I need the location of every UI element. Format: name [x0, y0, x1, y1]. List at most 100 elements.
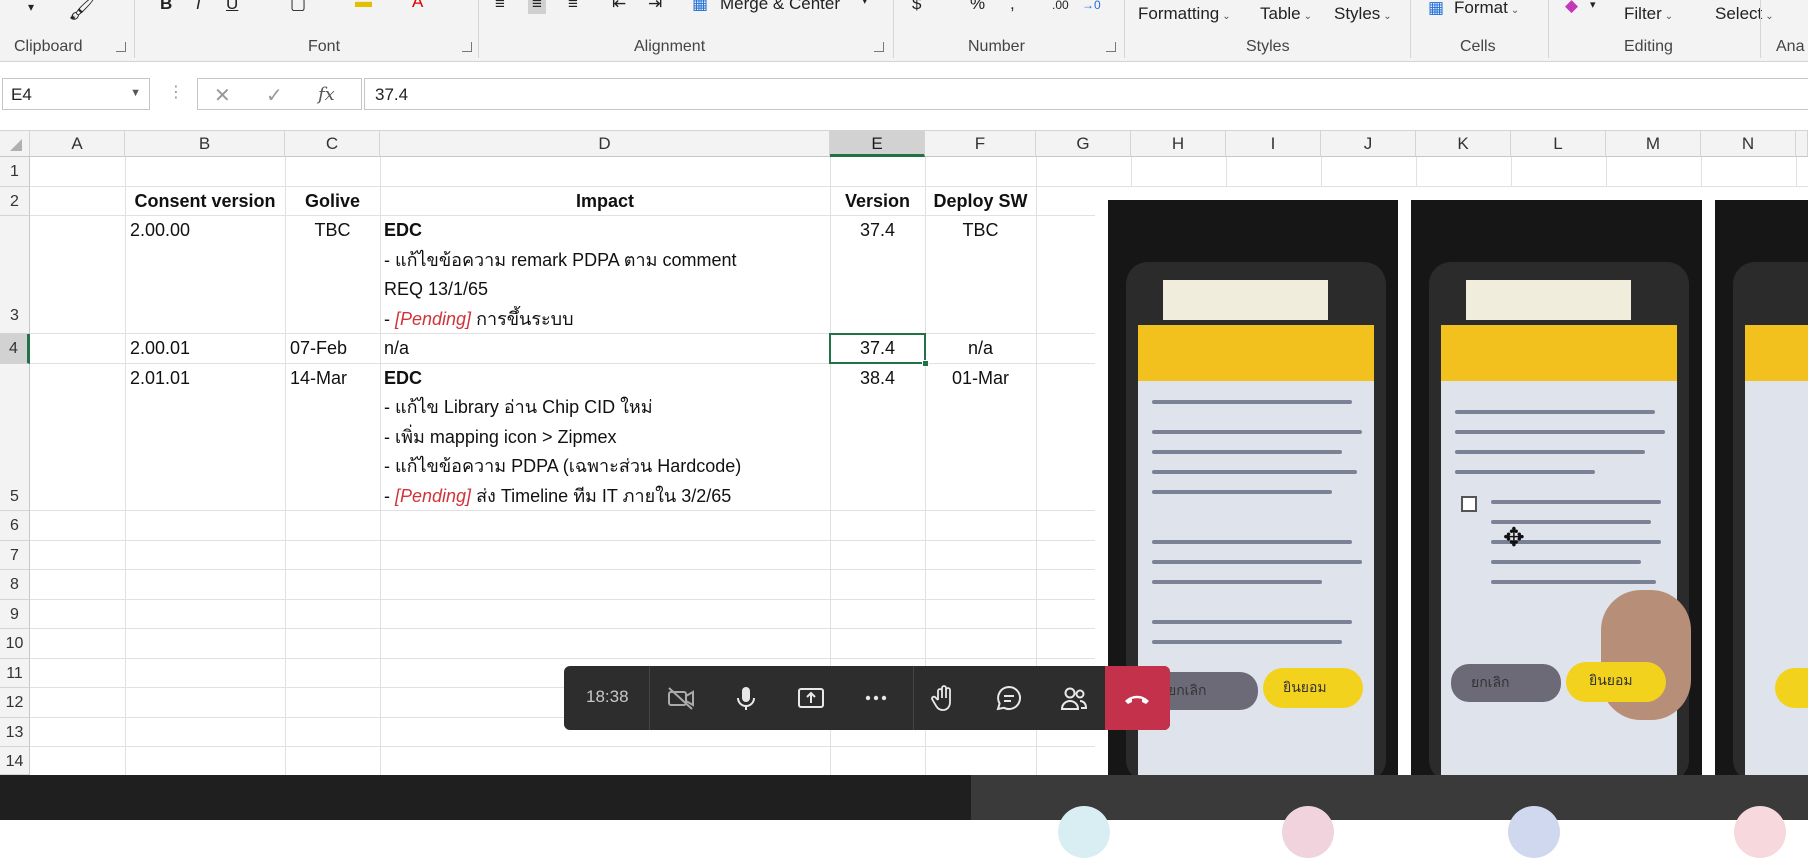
- underline-icon[interactable]: U: [226, 0, 238, 14]
- chat-icon[interactable]: [993, 682, 1025, 714]
- col-header-j[interactable]: J: [1321, 131, 1416, 157]
- group-divider: [1760, 0, 1761, 58]
- comma-icon[interactable]: ,: [1010, 0, 1015, 14]
- avatar[interactable]: [1734, 806, 1786, 858]
- borders-icon[interactable]: ▢: [290, 0, 306, 14]
- font-launcher-icon[interactable]: [462, 42, 472, 52]
- microphone-icon[interactable]: [730, 682, 762, 714]
- leave-call-button[interactable]: [1105, 666, 1170, 730]
- decrease-decimal-icon[interactable]: →0: [1082, 0, 1101, 12]
- format-painter-icon[interactable]: 🖌: [68, 0, 96, 22]
- cell-b2[interactable]: Consent version: [125, 187, 285, 217]
- row-header-7[interactable]: 7: [0, 540, 30, 570]
- select-all-corner[interactable]: [0, 131, 30, 157]
- align-right-icon[interactable]: ≡: [568, 0, 578, 14]
- name-box-dropdown-icon[interactable]: ▼: [130, 87, 141, 99]
- insert-function-icon[interactable]: fx: [318, 84, 335, 105]
- number-launcher-icon[interactable]: [1106, 42, 1116, 52]
- row-header-12[interactable]: 12: [0, 688, 30, 718]
- increase-decimal-icon[interactable]: .00: [1052, 0, 1069, 12]
- col-header-k[interactable]: K: [1416, 131, 1511, 157]
- col-header-n[interactable]: N: [1701, 131, 1796, 157]
- row-header-11[interactable]: 11: [0, 658, 30, 688]
- cell-f4[interactable]: n/a: [925, 334, 1036, 364]
- merge-center-button[interactable]: Merge & Center: [720, 0, 840, 14]
- cell-d2[interactable]: Impact: [380, 187, 830, 217]
- font-color-icon[interactable]: A: [412, 0, 423, 12]
- align-left-icon[interactable]: ≡: [495, 0, 505, 14]
- cell-c5[interactable]: 14-Mar: [290, 364, 347, 394]
- col-header-l[interactable]: L: [1511, 131, 1606, 157]
- row-header-4[interactable]: 4: [0, 334, 30, 364]
- camera-off-icon[interactable]: [665, 682, 697, 714]
- col-header-b[interactable]: B: [125, 131, 285, 157]
- row-header-13[interactable]: 13: [0, 717, 30, 747]
- conditional-formatting-button[interactable]: Formatting ⌄: [1138, 4, 1231, 24]
- col-header-d[interactable]: D: [380, 131, 830, 157]
- format-button[interactable]: Format ⌄: [1454, 0, 1519, 18]
- cell-c3[interactable]: TBC: [285, 216, 380, 246]
- decrease-indent-icon[interactable]: ⇤: [612, 0, 626, 14]
- currency-icon[interactable]: $: [912, 0, 921, 14]
- formula-input[interactable]: 37.4: [364, 78, 1808, 110]
- cell-d5[interactable]: EDC - แก้ไข Library อ่าน Chip CID ใหม่ -…: [384, 364, 741, 512]
- row-header-8[interactable]: 8: [0, 570, 30, 600]
- cell-styles-button[interactable]: Styles ⌄: [1334, 4, 1392, 24]
- more-options-icon[interactable]: ⋮: [168, 82, 184, 102]
- format-as-table-button[interactable]: Table ⌄: [1260, 4, 1312, 24]
- row-header-6[interactable]: 6: [0, 511, 30, 541]
- cell-f3[interactable]: TBC: [925, 216, 1036, 246]
- align-center-icon[interactable]: ≡: [528, 0, 546, 14]
- cell-e2[interactable]: Version: [830, 187, 925, 217]
- cell-d3[interactable]: EDC - แก้ไขข้อความ remark PDPA ตาม comme…: [384, 216, 736, 334]
- row-header-14[interactable]: 14: [0, 747, 30, 775]
- more-actions-icon[interactable]: [860, 682, 892, 714]
- row-header-2[interactable]: 2: [0, 186, 30, 216]
- clipboard-launcher-icon[interactable]: [116, 42, 126, 52]
- paste-dropdown-icon[interactable]: ▾: [28, 0, 34, 14]
- increase-indent-icon[interactable]: ⇥: [648, 0, 662, 14]
- cell-e3[interactable]: 37.4: [830, 216, 925, 246]
- clear-icon[interactable]: ◆: [1565, 0, 1578, 16]
- cell-b3[interactable]: 2.00.00: [130, 216, 190, 246]
- cell-c2[interactable]: Golive: [285, 187, 380, 217]
- col-header-m[interactable]: M: [1606, 131, 1701, 157]
- cell-b5[interactable]: 2.01.01: [130, 364, 190, 394]
- avatar[interactable]: [1282, 806, 1334, 858]
- name-box[interactable]: E4 ▼: [2, 78, 150, 110]
- row-header-10[interactable]: 10: [0, 629, 30, 659]
- cell-f5[interactable]: 01-Mar: [925, 364, 1036, 394]
- cancel-icon[interactable]: ✕: [214, 83, 231, 108]
- col-header-c[interactable]: C: [285, 131, 380, 157]
- col-header-i[interactable]: I: [1226, 131, 1321, 157]
- avatar[interactable]: [1058, 806, 1110, 858]
- row-header-3[interactable]: 3: [0, 216, 30, 334]
- col-header-e[interactable]: E: [830, 131, 925, 157]
- italic-icon[interactable]: I: [196, 0, 201, 14]
- merge-dropdown-icon[interactable]: ▾: [862, 0, 868, 7]
- percent-icon[interactable]: %: [970, 0, 985, 14]
- cell-d4[interactable]: n/a: [384, 334, 409, 364]
- avatar[interactable]: [1508, 806, 1560, 858]
- clear-dropdown-icon[interactable]: ▾: [1590, 0, 1596, 11]
- cell-e5[interactable]: 38.4: [830, 364, 925, 394]
- row-header-5[interactable]: 5: [0, 363, 30, 511]
- sort-filter-button[interactable]: Filter ⌄: [1624, 4, 1673, 24]
- participants-icon[interactable]: [1058, 682, 1090, 714]
- row-header-9[interactable]: 9: [0, 599, 30, 629]
- raise-hand-icon[interactable]: [928, 682, 960, 714]
- cell-b4[interactable]: 2.00.01: [130, 334, 190, 364]
- share-screen-icon[interactable]: [795, 682, 827, 714]
- cell-f2[interactable]: Deploy SW: [925, 187, 1036, 217]
- enter-icon[interactable]: ✓: [266, 83, 283, 108]
- col-header-f[interactable]: F: [925, 131, 1036, 157]
- find-select-button[interactable]: Select ⌄: [1715, 4, 1774, 24]
- col-header-a[interactable]: A: [30, 131, 125, 157]
- bold-icon[interactable]: B: [160, 0, 172, 14]
- cell-c4[interactable]: 07-Feb: [290, 334, 347, 364]
- row-header-1[interactable]: 1: [0, 157, 30, 187]
- col-header-g[interactable]: G: [1036, 131, 1131, 157]
- col-header-h[interactable]: H: [1131, 131, 1226, 157]
- alignment-launcher-icon[interactable]: [874, 42, 884, 52]
- fill-color-icon[interactable]: ▬: [355, 0, 372, 12]
